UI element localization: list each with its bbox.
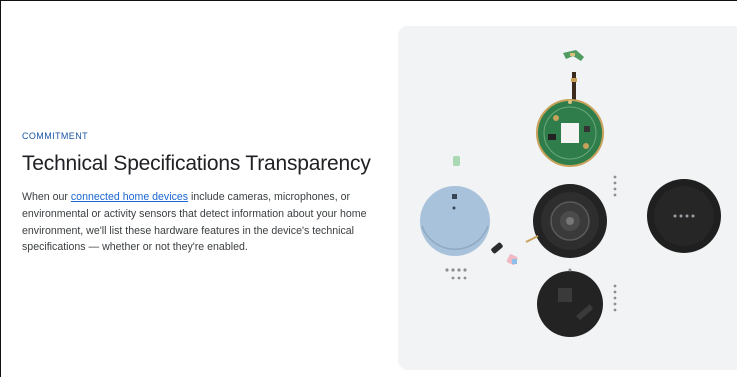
assembled-device-part [647,179,721,253]
blue-back-cover-part [420,186,490,256]
circuit-board-part [536,99,604,167]
exploded-device-illustration [420,50,721,337]
light-pipe-part [453,156,460,166]
clip-part [491,242,503,254]
section-body: When our connected home devices include … [22,189,372,256]
device-illustration-panel [398,26,737,370]
section-title: Technical Specifications Transparency [22,152,371,175]
blue-pad-part [512,259,517,264]
connected-home-devices-link[interactable]: connected home devices [71,191,188,203]
screws-group-left [445,268,467,280]
speaker-driver-part [525,184,607,258]
commitment-section: COMMITMENT Technical Specifications Tran… [22,131,372,256]
body-text-start: When our [22,191,71,203]
section-eyebrow: COMMITMENT [22,131,88,141]
screws-group-bottom [613,284,617,312]
ribbon-connector-part [563,50,584,61]
screws-group-middle [613,175,617,197]
base-plate-part [537,268,603,337]
